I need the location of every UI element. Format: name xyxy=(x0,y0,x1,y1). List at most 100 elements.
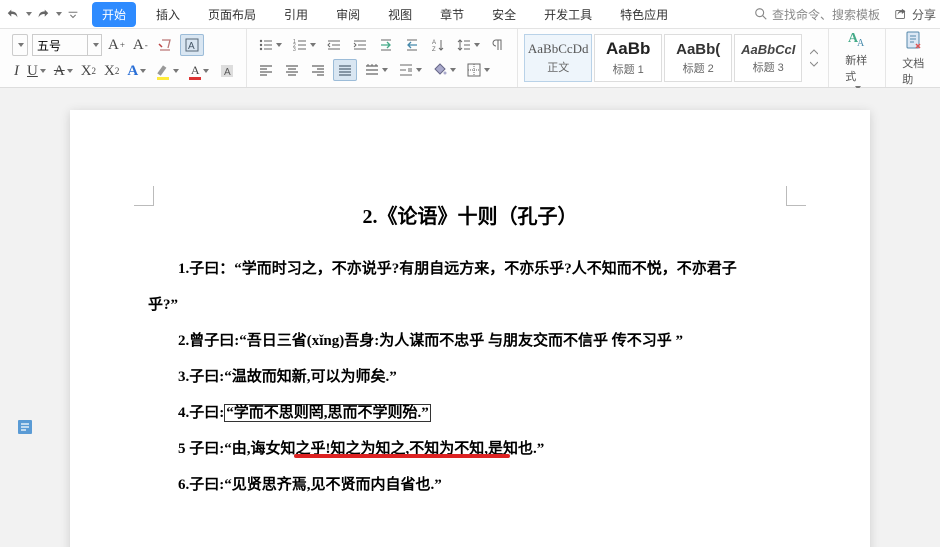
share-icon xyxy=(894,7,908,21)
document-page: 2.《论语》十则（孔子） 1.子曰：“学而时习之，不亦说乎?有朋自远方来，不亦乐… xyxy=(70,110,870,547)
paragraph-group: 123 AZ xyxy=(247,29,518,87)
font-group: A+ A- A I U A X2 X2 A A A xyxy=(4,29,247,87)
search-placeholder: 查找命令、搜索模板 xyxy=(772,6,880,23)
style-sample: AaBbCcI xyxy=(741,42,795,57)
doc-helper-icon xyxy=(902,29,926,53)
style-heading3[interactable]: AaBbCcI 标题 3 xyxy=(734,34,802,82)
doc-helper-label: 文档助 xyxy=(902,55,926,87)
superscript-button[interactable]: X2 xyxy=(79,63,98,80)
paragraph-4: 4.子曰:“学而不思则罔,思而不学则殆.” xyxy=(148,395,792,431)
decrease-indent-button[interactable] xyxy=(323,35,345,55)
tab-page-layout[interactable]: 页面布局 xyxy=(200,2,264,27)
style-normal[interactable]: AaBbCcDd 正文 xyxy=(524,34,592,82)
menu-left: 开始 插入 页面布局 引用 审阅 视图 章节 安全 开发工具 特色应用 xyxy=(4,2,676,27)
tab-devtools[interactable]: 开发工具 xyxy=(536,2,600,27)
ltr-button[interactable] xyxy=(375,35,397,55)
paragraph-4-prefix: 4.子曰: xyxy=(178,405,224,421)
tab-chapter[interactable]: 章节 xyxy=(432,2,472,27)
redo-dropdown[interactable] xyxy=(52,10,64,18)
bullets-button[interactable] xyxy=(255,35,285,55)
character-border-button[interactable]: A xyxy=(180,34,204,56)
error-underline xyxy=(294,454,510,458)
align-left-button[interactable] xyxy=(255,60,277,80)
tab-review[interactable]: 审阅 xyxy=(328,2,368,27)
new-style-label: 新样式 xyxy=(845,52,869,84)
search-icon xyxy=(754,7,768,21)
command-search[interactable]: 查找命令、搜索模板 xyxy=(754,6,880,23)
align-right-button[interactable] xyxy=(307,60,329,80)
doc-helper-button[interactable]: 文档助 xyxy=(894,27,934,89)
numbering-button[interactable]: 123 xyxy=(289,35,319,55)
indent-left-spin[interactable] xyxy=(395,60,425,80)
styles-more-button[interactable] xyxy=(806,34,822,82)
paragraph-4-highlight: “学而不思则罔,思而不学则殆.” xyxy=(224,404,431,422)
svg-text:A: A xyxy=(857,38,865,49)
underline-button[interactable]: U xyxy=(25,63,48,80)
paragraph-1a: 1.子曰：“学而时习之，不亦说乎?有朋自远方来，不亦乐乎?人不知而不悦，不亦君子 xyxy=(148,251,792,287)
redo-button[interactable] xyxy=(34,5,52,23)
paragraph-2: 2.曾子曰:“吾日三省(xǐng)吾身:为人谋而不忠乎 与朋友交而不信乎 传不习… xyxy=(148,323,792,359)
style-sample: AaBb xyxy=(606,39,650,59)
style-sample: AaBb( xyxy=(676,41,720,58)
distribute-button[interactable] xyxy=(361,60,391,80)
svg-text:A: A xyxy=(224,67,231,78)
rtl-button[interactable] xyxy=(401,35,423,55)
svg-text:3: 3 xyxy=(293,47,296,53)
tab-view[interactable]: 视图 xyxy=(380,2,420,27)
italic-button[interactable]: I xyxy=(12,63,21,80)
font-family-dropdown[interactable] xyxy=(12,34,28,56)
style-label: 标题 2 xyxy=(683,60,714,76)
paragraph-6: 6.子曰:“见贤思齐焉,见不贤而内自省也.” xyxy=(148,467,792,503)
shading-button[interactable] xyxy=(429,60,459,80)
tab-security[interactable]: 安全 xyxy=(484,2,524,27)
line-spacing-button[interactable] xyxy=(453,35,483,55)
text-effect-button[interactable]: A xyxy=(125,63,148,80)
margin-corner-tr xyxy=(786,186,806,206)
document-title: 2.《论语》十则（孔子） xyxy=(148,200,792,229)
new-style-button[interactable]: AA 新样式 xyxy=(837,24,877,92)
undo-dropdown[interactable] xyxy=(22,10,34,18)
strikethrough-button[interactable]: A xyxy=(52,63,75,80)
margin-corner-tl xyxy=(134,186,154,206)
font-size-input[interactable] xyxy=(33,38,87,52)
font-size-combo[interactable] xyxy=(32,34,102,56)
style-heading1[interactable]: AaBb 标题 1 xyxy=(594,34,662,82)
qat-dropdown[interactable] xyxy=(64,5,82,23)
style-label: 标题 1 xyxy=(613,61,644,77)
increase-font-button[interactable]: A+ xyxy=(106,37,127,54)
tab-featured[interactable]: 特色应用 xyxy=(612,2,676,27)
clear-format-button[interactable] xyxy=(154,35,176,55)
page-content[interactable]: 2.《论语》十则（孔子） 1.子曰：“学而时习之，不亦说乎?有朋自远方来，不亦乐… xyxy=(70,110,870,523)
navigation-pane-icon[interactable] xyxy=(16,418,34,436)
show-marks-button[interactable] xyxy=(487,35,509,55)
increase-indent-button[interactable] xyxy=(349,35,371,55)
workspace: 2.《论语》十则（孔子） 1.子曰：“学而时习之，不亦说乎?有朋自远方来，不亦乐… xyxy=(0,88,940,547)
svg-text:Z: Z xyxy=(432,47,436,53)
tab-references[interactable]: 引用 xyxy=(276,2,316,27)
sort-button[interactable]: AZ xyxy=(427,35,449,55)
new-style-icon: AA xyxy=(845,26,869,50)
style-sample: AaBbCcDd xyxy=(528,41,589,57)
tab-insert[interactable]: 插入 xyxy=(148,2,188,27)
style-label: 正文 xyxy=(547,59,569,75)
character-shading-button[interactable]: A xyxy=(216,61,238,81)
font-color-button[interactable]: A xyxy=(186,61,212,82)
share-button[interactable]: 分享 xyxy=(894,6,936,23)
decrease-font-button[interactable]: A- xyxy=(131,37,150,54)
font-size-dropdown[interactable] xyxy=(87,35,101,55)
svg-text:A: A xyxy=(432,40,436,46)
menu-bar: 开始 插入 页面布局 引用 审阅 视图 章节 安全 开发工具 特色应用 查找命令… xyxy=(0,0,940,28)
align-center-button[interactable] xyxy=(281,60,303,80)
align-justify-button[interactable] xyxy=(333,59,357,81)
undo-button[interactable] xyxy=(4,5,22,23)
svg-text:A: A xyxy=(188,41,195,52)
highlight-color-button[interactable] xyxy=(152,60,182,82)
style-heading2[interactable]: AaBb( 标题 2 xyxy=(664,34,732,82)
subscript-button[interactable]: X2 xyxy=(102,63,121,80)
borders-button[interactable] xyxy=(463,60,493,80)
paragraph-5: 5 子曰:“由,诲女知之乎!知之为知之,不知为不知,是知也.” xyxy=(148,431,792,467)
styles-gallery: AaBbCcDd 正文 AaBb 标题 1 AaBb( 标题 2 AaBbCcI… xyxy=(518,29,829,87)
doc-helper-group: 文档助 xyxy=(886,29,940,87)
paragraph-3: 3.子曰:“温故而知新,可以为师矣.” xyxy=(148,359,792,395)
tab-start[interactable]: 开始 xyxy=(92,2,136,27)
